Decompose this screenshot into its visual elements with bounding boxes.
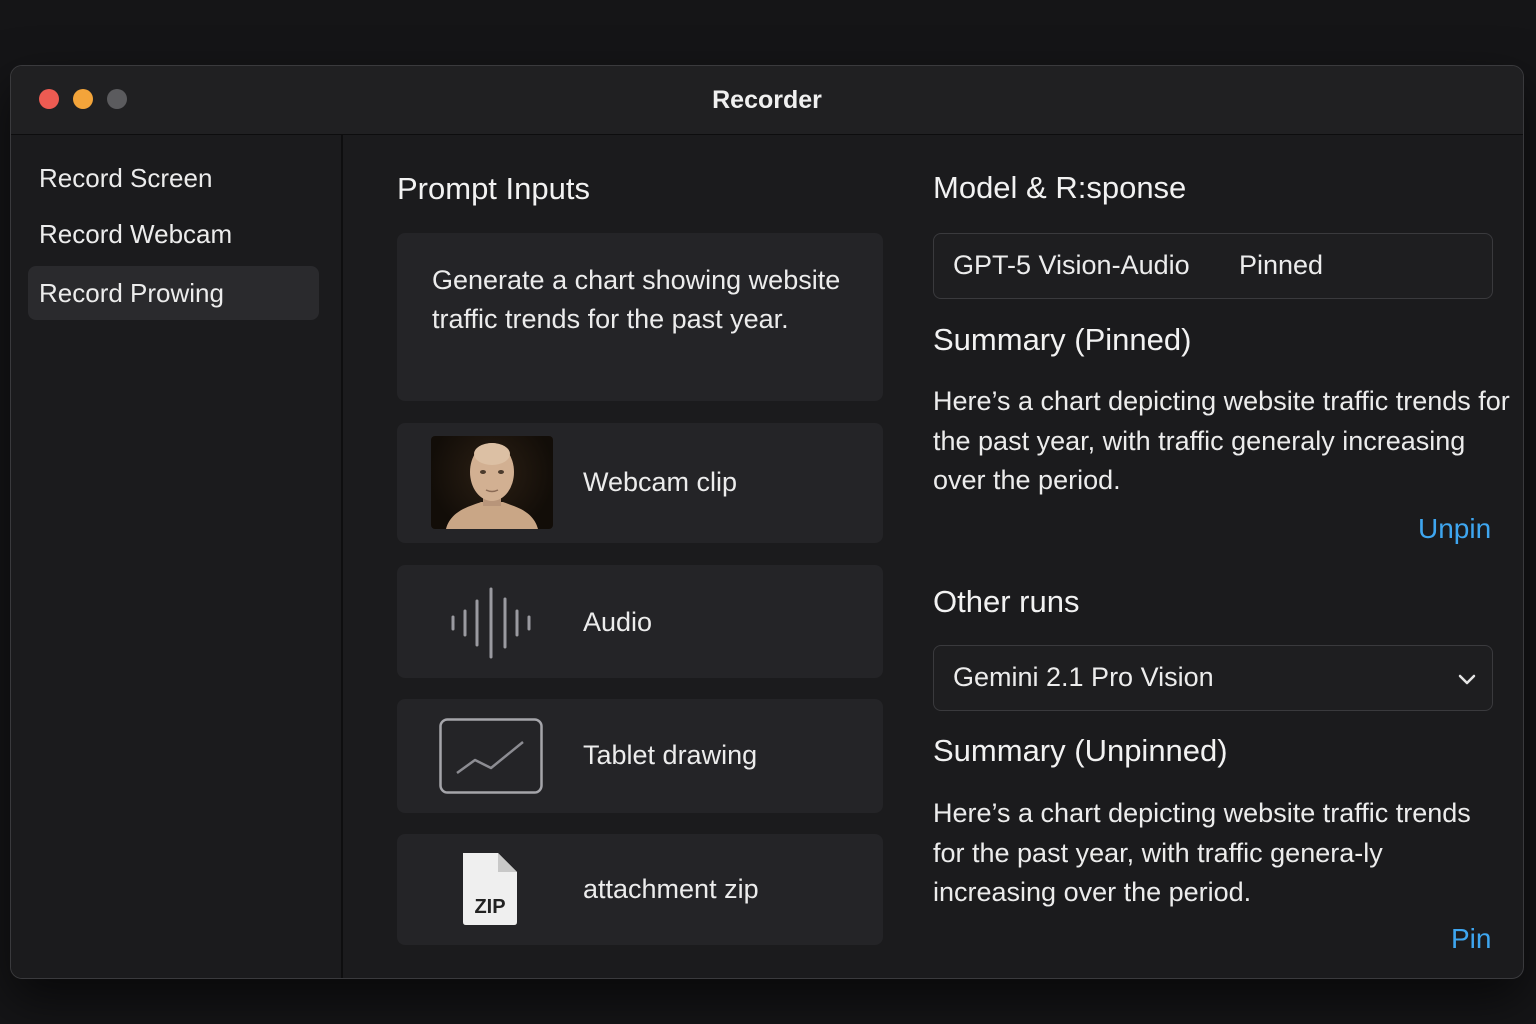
audio-waveform-icon (449, 587, 533, 664)
sidebar-item-record-webcam[interactable]: Record Webcam (28, 207, 319, 261)
zip-file-icon: ZIP (460, 850, 520, 928)
webcam-clip-label: Webcam clip (583, 467, 738, 497)
other-runs-heading: Other runs (933, 584, 1080, 619)
pinned-model-box[interactable]: GPT-5 Vision-Audio Pinned (933, 233, 1493, 299)
sidebar-item-record-prowing[interactable]: Record Prowing (28, 266, 319, 320)
window-title: Recorder (712, 86, 822, 114)
summary-unpinned-heading: Summary (Unpinned) (933, 733, 1228, 768)
other-runs-selected-model: Gemini 2.1 Pro Vision (953, 662, 1214, 692)
pin-link[interactable]: Pin (1451, 923, 1491, 955)
attachment-zip-label: attachment zip (583, 874, 759, 904)
attachment-zip-card[interactable]: ZIP attachment zip (397, 834, 883, 945)
webcam-clip-card[interactable]: Webcam clip (397, 423, 883, 543)
tablet-drawing-icon (439, 718, 543, 799)
model-response-heading: Model & R:sponse (933, 170, 1187, 205)
summary-pinned-heading: Summary (Pinned) (933, 322, 1192, 357)
tablet-drawing-card[interactable]: Tablet drawing (397, 699, 883, 813)
tablet-drawing-label: Tablet drawing (583, 740, 758, 770)
unpin-link[interactable]: Unpin (1418, 513, 1491, 545)
recorder-window: Recorder Record Screen Record Webcam Rec… (10, 65, 1524, 979)
title-bar: Recorder (11, 66, 1523, 135)
chevron-down-icon (1456, 668, 1478, 695)
other-runs-select[interactable]: Gemini 2.1 Pro Vision (933, 645, 1493, 711)
prompt-text: Generate a chart showing website traffic… (432, 265, 841, 334)
webcam-thumbnail (431, 436, 553, 529)
summary-pinned-text: Here’s a chart depicting website traffic… (933, 386, 1510, 495)
prompt-inputs-heading: Prompt Inputs (397, 171, 590, 206)
audio-label: Audio (583, 607, 653, 637)
sidebar-item-record-screen[interactable]: Record Screen (28, 151, 319, 205)
audio-card[interactable]: Audio (397, 565, 883, 678)
prompt-text-card[interactable]: Generate a chart showing website traffic… (397, 233, 883, 401)
pinned-model-name: GPT-5 Vision-Audio (953, 250, 1190, 280)
sidebar: Record Screen Record Webcam Record Prowi… (11, 135, 343, 978)
summary-unpinned-text: Here’s a chart depicting website traffic… (933, 798, 1471, 907)
pinned-status: Pinned (1239, 250, 1324, 280)
zip-icon-text: ZIP (474, 896, 506, 918)
